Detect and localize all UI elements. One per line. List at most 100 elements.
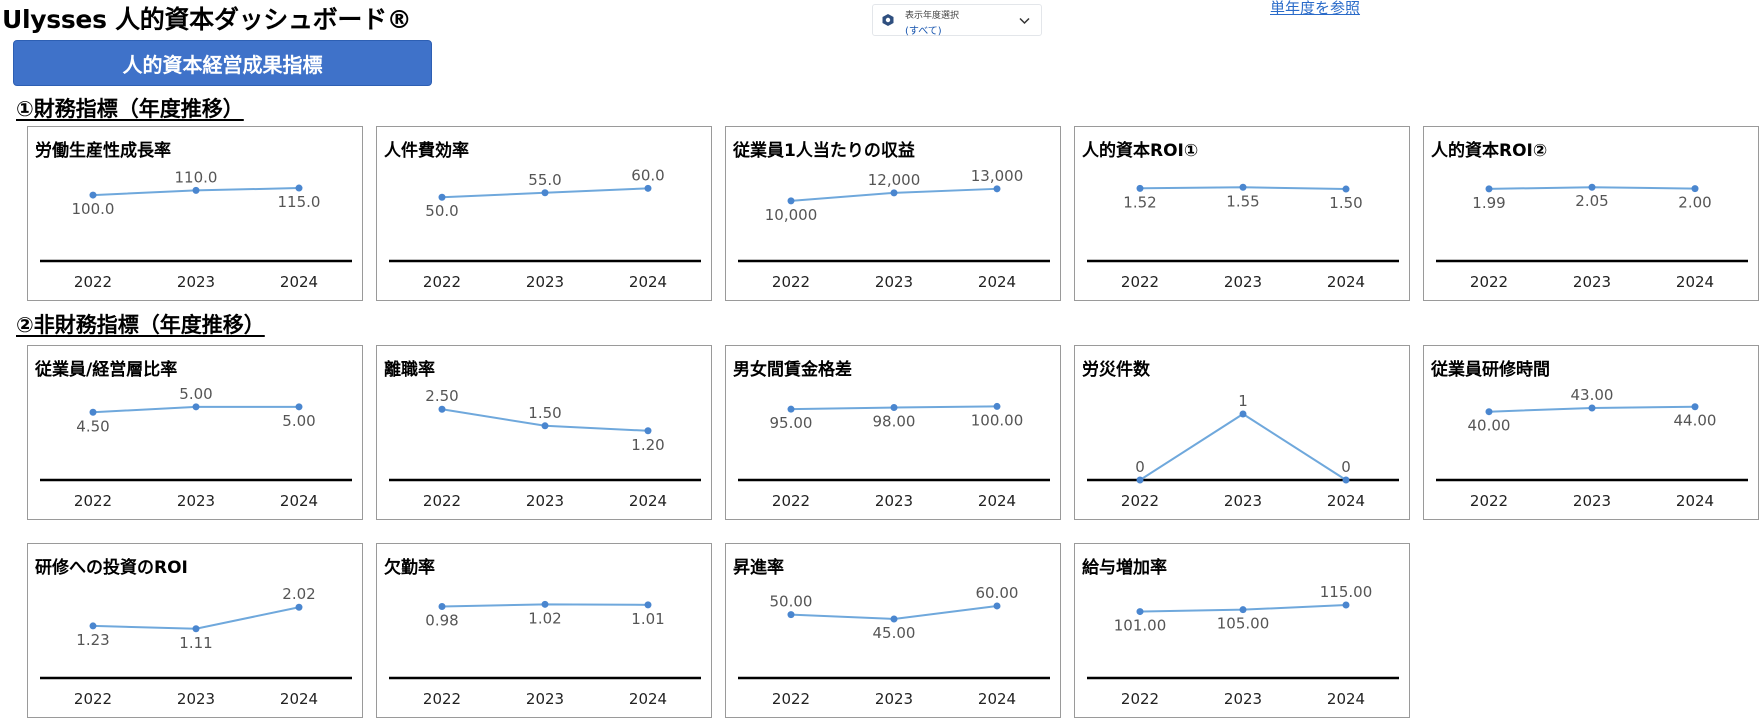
x-tick-label: 2023 [526, 492, 564, 510]
kpi-card[interactable]: 人的資本ROI① 1.52 1.55 1.50 2022 2023 2024 [1074, 126, 1410, 301]
data-label: 2.00 [1678, 194, 1711, 212]
x-tick-label: 2022 [772, 690, 810, 708]
kpi-banner-button[interactable]: 人的資本経営成果指標 [13, 40, 432, 86]
data-point[interactable] [89, 622, 97, 630]
data-point[interactable] [787, 611, 795, 619]
kpi-card[interactable]: 給与増加率 101.00 105.00 115.00 2022 2023 2024 [1074, 543, 1410, 718]
section-title-nonfinancial: ②非財務指標（年度推移） [16, 313, 265, 337]
data-label: 1.99 [1472, 194, 1505, 212]
data-point[interactable] [541, 189, 549, 197]
data-point[interactable] [1342, 476, 1350, 484]
line-chart: 1.99 2.05 2.00 2022 2023 2024 [1436, 183, 1748, 291]
data-point[interactable] [1485, 185, 1493, 193]
kpi-card[interactable]: 人的資本ROI② 1.99 2.05 2.00 2022 2023 2024 [1423, 126, 1759, 301]
x-tick-label: 2022 [1121, 273, 1159, 291]
data-point[interactable] [644, 184, 652, 192]
data-point[interactable] [89, 408, 97, 416]
data-point[interactable] [890, 615, 898, 623]
data-point[interactable] [787, 197, 795, 205]
x-tick-label: 2023 [526, 690, 564, 708]
data-point[interactable] [993, 602, 1001, 610]
data-point[interactable] [1136, 608, 1144, 616]
data-point[interactable] [890, 189, 898, 197]
data-point[interactable] [1485, 408, 1493, 416]
kpi-card[interactable]: 労災件数 0 1 0 2022 2023 2024 [1074, 345, 1410, 520]
data-point[interactable] [1342, 601, 1350, 609]
data-point[interactable] [1239, 606, 1247, 614]
data-point[interactable] [295, 403, 303, 411]
data-point[interactable] [993, 185, 1001, 193]
data-label: 5.00 [282, 412, 315, 430]
data-point[interactable] [1588, 183, 1596, 191]
kpi-card[interactable]: 昇進率 50.00 45.00 60.00 2022 2023 2024 [725, 543, 1061, 718]
kpi-card[interactable]: 従業員研修時間 40.00 43.00 44.00 2022 2023 2024 [1423, 345, 1759, 520]
kpi-card[interactable]: 欠勤率 0.98 1.02 1.01 2022 2023 2024 [376, 543, 712, 718]
x-tick-label: 2024 [1676, 273, 1714, 291]
data-point[interactable] [438, 602, 446, 610]
data-point[interactable] [993, 402, 1001, 410]
x-tick-label: 2023 [875, 690, 913, 708]
data-label: 4.50 [76, 417, 109, 435]
data-label: 55.0 [528, 171, 561, 189]
year-filter-value: (すべて) [905, 26, 942, 37]
line-chart: 2.50 1.50 1.20 2022 2023 2024 [389, 387, 701, 510]
x-tick-label: 2024 [629, 492, 667, 510]
x-tick-label: 2024 [1327, 273, 1365, 291]
x-tick-label: 2024 [629, 690, 667, 708]
data-label: 100.00 [971, 411, 1024, 429]
x-tick-label: 2023 [177, 273, 215, 291]
data-point[interactable] [1691, 185, 1699, 193]
data-point[interactable] [295, 603, 303, 611]
data-point[interactable] [192, 403, 200, 411]
data-point[interactable] [1136, 476, 1144, 484]
kpi-card[interactable]: 従業員1人当たりの収益 10,000 12,000 13,000 2022 2023 202… [725, 126, 1061, 301]
data-point[interactable] [192, 186, 200, 194]
x-tick-label: 2022 [772, 492, 810, 510]
kpi-card[interactable]: 従業員/経営層比率 4.50 5.00 5.00 2022 2023 2024 [27, 345, 363, 520]
x-tick-label: 2023 [177, 492, 215, 510]
x-tick-label: 2023 [526, 273, 564, 291]
data-point[interactable] [541, 600, 549, 608]
data-point[interactable] [541, 422, 549, 430]
x-tick-label: 2022 [1121, 492, 1159, 510]
data-label: 1.02 [528, 609, 561, 627]
data-label: 50.00 [770, 593, 813, 611]
single-year-link[interactable]: 単年度を参照 [1270, 0, 1360, 18]
data-point[interactable] [1239, 183, 1247, 191]
kpi-card[interactable]: 労働生産性成長率 100.0 110.0 115.0 2022 2023 2024 [27, 126, 363, 301]
x-tick-label: 2023 [1224, 273, 1262, 291]
x-tick-label: 2024 [629, 273, 667, 291]
data-point[interactable] [890, 404, 898, 412]
data-point[interactable] [192, 625, 200, 633]
data-label: 101.00 [1114, 617, 1167, 635]
kpi-card[interactable]: 離職率 2.50 1.50 1.20 2022 2023 2024 [376, 345, 712, 520]
kpi-card[interactable]: 男女間賃金格差 95.00 98.00 100.00 2022 2023 2024 [725, 345, 1061, 520]
data-label: 44.00 [1674, 412, 1717, 430]
data-point[interactable] [1239, 410, 1247, 418]
data-label: 2.05 [1575, 192, 1608, 210]
data-label: 12,000 [868, 171, 921, 189]
line-chart: 10,000 12,000 13,000 2022 2023 2024 [738, 167, 1050, 291]
x-tick-label: 2022 [1470, 273, 1508, 291]
data-label: 1.55 [1226, 192, 1259, 210]
data-point[interactable] [787, 405, 795, 413]
year-filter-dropdown[interactable]: 表示年度選択 (すべて) [872, 4, 1042, 37]
data-point[interactable] [1342, 185, 1350, 193]
data-point[interactable] [1691, 403, 1699, 411]
data-point[interactable] [644, 427, 652, 435]
data-point[interactable] [438, 193, 446, 201]
data-label: 1.23 [76, 631, 109, 649]
data-label: 0 [1135, 458, 1145, 476]
kpi-card[interactable]: 人件費効率 50.0 55.0 60.0 2022 2023 2024 [376, 126, 712, 301]
data-point[interactable] [1588, 404, 1596, 412]
data-point[interactable] [438, 405, 446, 413]
data-point[interactable] [1136, 184, 1144, 192]
x-tick-label: 2024 [1676, 492, 1714, 510]
data-label: 1.50 [528, 404, 561, 422]
data-point[interactable] [644, 601, 652, 609]
data-label: 1.52 [1123, 193, 1156, 211]
x-tick-label: 2022 [423, 690, 461, 708]
data-point[interactable] [295, 184, 303, 192]
kpi-card[interactable]: 研修への投資のROI 1.23 1.11 2.02 2022 2023 2024 [27, 543, 363, 718]
data-point[interactable] [89, 191, 97, 199]
